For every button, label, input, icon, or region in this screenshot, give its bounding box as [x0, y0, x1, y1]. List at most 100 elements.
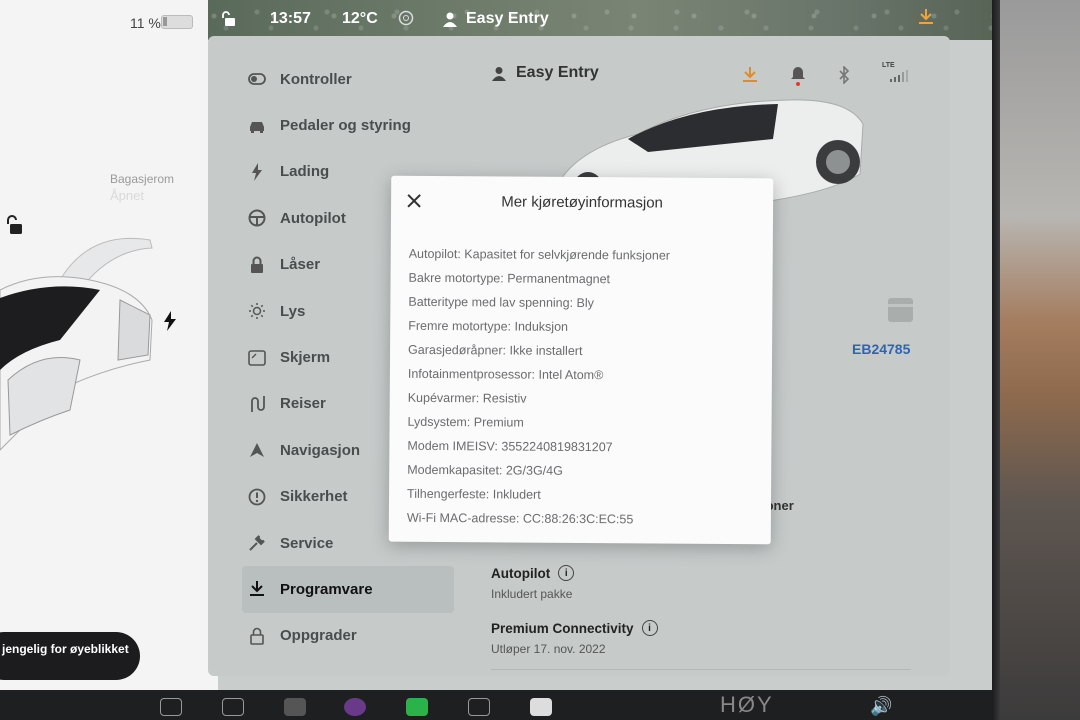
- wrench-icon: [248, 534, 266, 552]
- download-icon: [248, 580, 266, 598]
- speaker-icon[interactable]: 🔊: [870, 696, 892, 716]
- profile-header[interactable]: Easy Entry: [492, 64, 599, 82]
- car-image: [0, 237, 153, 451]
- signal-bars-icon: [890, 70, 908, 82]
- nav-item-label: Sikkerhet: [280, 488, 348, 506]
- autopilot-subtitle: Inkludert pakke: [491, 587, 573, 601]
- route-icon: [248, 395, 266, 413]
- header-icons: LTE: [742, 62, 910, 86]
- info-icon[interactable]: i: [641, 620, 658, 636]
- lock-status[interactable]: [220, 10, 238, 28]
- lte-signal: LTE: [882, 62, 910, 84]
- list-item: Fremre motortype: Induksjon: [408, 318, 569, 334]
- nav-item-label: Skjerm: [280, 349, 331, 367]
- nav-item-label: Autopilot: [280, 209, 346, 227]
- charging-bolt-icon: [164, 311, 176, 331]
- list-item: Modem IMEISV: 3552240819831207: [407, 438, 613, 455]
- nav-item-label: Service: [280, 534, 334, 552]
- nav-item-label: Låser: [280, 256, 321, 274]
- info-icon[interactable]: i: [558, 565, 575, 581]
- screen-icon: [248, 349, 266, 367]
- vin-number[interactable]: EB24785: [852, 341, 910, 357]
- list-item: Bakre motortype: Permanentmagnet: [408, 270, 611, 287]
- nav-item-label: Programvare: [280, 580, 373, 598]
- premium-connectivity-info: Premium Connectivity i Utløper 17. nov. …: [491, 620, 658, 656]
- premium-subtitle: Utløper 17. nov. 2022: [491, 642, 606, 656]
- padlock-icon: [248, 627, 266, 645]
- screen-bezel: [992, 0, 1080, 720]
- volume-label: HØY: [720, 692, 774, 717]
- software-update-indicator[interactable]: [918, 8, 934, 26]
- nav-item-kontroller[interactable]: Kontroller: [242, 56, 454, 102]
- bell-icon[interactable]: [790, 64, 806, 86]
- nav-item-programvare[interactable]: Programvare: [242, 566, 454, 613]
- sun-icon: [248, 302, 266, 320]
- profile-name: Easy Entry: [466, 10, 549, 27]
- media-icon[interactable]: [344, 698, 366, 716]
- car-icon: [248, 117, 266, 135]
- download-icon[interactable]: [742, 66, 758, 84]
- apps-icon[interactable]: [468, 698, 490, 716]
- nav-item-pedaler[interactable]: Pedaler og styring: [242, 102, 454, 148]
- sentry-indicator[interactable]: [398, 10, 414, 26]
- list-item: Autopilot: Kapasitet for selvkjørende fu…: [408, 246, 671, 263]
- bluetooth-icon[interactable]: [838, 66, 850, 84]
- battery-icon: [161, 15, 193, 29]
- notification-toast: jengelig for øyeblikket: [0, 632, 140, 680]
- person-icon: [492, 66, 506, 81]
- nav-item-label: Lys: [280, 302, 306, 320]
- autopilot-info: Autopilot i Inkludert pakke: [491, 565, 575, 601]
- list-item: Kupévarmer: Resistiv: [407, 390, 527, 406]
- person-icon: [443, 12, 457, 27]
- clock: 13:57: [270, 10, 311, 28]
- calendar-icon[interactable]: [530, 698, 552, 716]
- navigation-arrow-icon: [248, 441, 266, 459]
- bottom-dock: HØY 🔊: [0, 690, 994, 720]
- wiper-icon[interactable]: [160, 698, 182, 716]
- premium-title: Premium Connectivity: [491, 620, 634, 636]
- temperature: 12°C: [342, 10, 378, 27]
- list-item: Infotainmentprosessor: Intel Atom®: [407, 366, 604, 383]
- list-item: Tilhengerfeste: Inkludert: [407, 486, 541, 502]
- unlock-icon: [222, 11, 235, 26]
- nav-item-label: Pedaler og styring: [280, 117, 411, 135]
- modal-title: Mer kjøretøyinformasjon: [501, 193, 664, 212]
- nav-item-label: Lading: [280, 163, 330, 181]
- nav-item-label: Kontroller: [280, 70, 352, 88]
- outside-temperature: 12°C: [342, 10, 378, 28]
- autopilot-title: Autopilot: [491, 565, 551, 581]
- nav-item-label: Navigasjon: [280, 441, 361, 459]
- camera-icon[interactable]: [284, 698, 306, 716]
- nav-item-label: Reiser: [280, 395, 326, 413]
- defrost-icon[interactable]: [222, 698, 244, 716]
- profile-name: Easy Entry: [516, 64, 599, 81]
- steering-wheel-icon: [248, 209, 266, 227]
- list-item: Wi-Fi MAC-adresse: CC:88:26:3C:EC:55: [406, 510, 634, 527]
- status-bar: 13:57 12°C Easy Entry: [208, 0, 994, 40]
- lock-icon: [248, 256, 266, 274]
- alert-circle-icon: [248, 488, 266, 506]
- download-icon: [919, 9, 933, 24]
- bolt-icon: [248, 162, 266, 181]
- phone-icon[interactable]: [406, 698, 428, 716]
- nav-item-oppgrader[interactable]: Oppgrader: [242, 613, 454, 659]
- vehicle-info-modal: Mer kjøretøyinformasjon Autopilot: Kapas…: [388, 175, 774, 545]
- time: 13:57: [270, 10, 311, 27]
- driver-profile[interactable]: Easy Entry: [442, 10, 549, 28]
- vehicle-panel: 11 % Bagasjerom Åpnet jengelig for øyebl…: [0, 0, 218, 690]
- list-item: Lydsystem: Premium: [407, 414, 524, 430]
- list-item: Modemkapasitet: 2G/3G/4G: [407, 462, 563, 478]
- nav-item-label: Oppgrader: [280, 627, 357, 645]
- toggle-icon: [248, 70, 266, 88]
- list-item: Garasjedøråpner: Ikke installert: [408, 342, 583, 359]
- divider: [491, 669, 911, 670]
- touchscreen: 11 % Bagasjerom Åpnet jengelig for øyebl…: [0, 0, 994, 690]
- trunk-label[interactable]: Bagasjerom: [110, 170, 174, 188]
- card-icon: [888, 298, 913, 322]
- vehicle-info-list: Autopilot: Kapasitet for selvkjørende fu…: [407, 242, 759, 532]
- battery-percent: 11 %: [130, 15, 161, 31]
- toast-text: jengelig for øyeblikket: [2, 642, 129, 656]
- trunk-status[interactable]: Åpnet: [110, 188, 144, 203]
- list-item: Batteritype med lav spenning: Bly: [408, 294, 594, 311]
- lte-label: LTE: [882, 62, 895, 69]
